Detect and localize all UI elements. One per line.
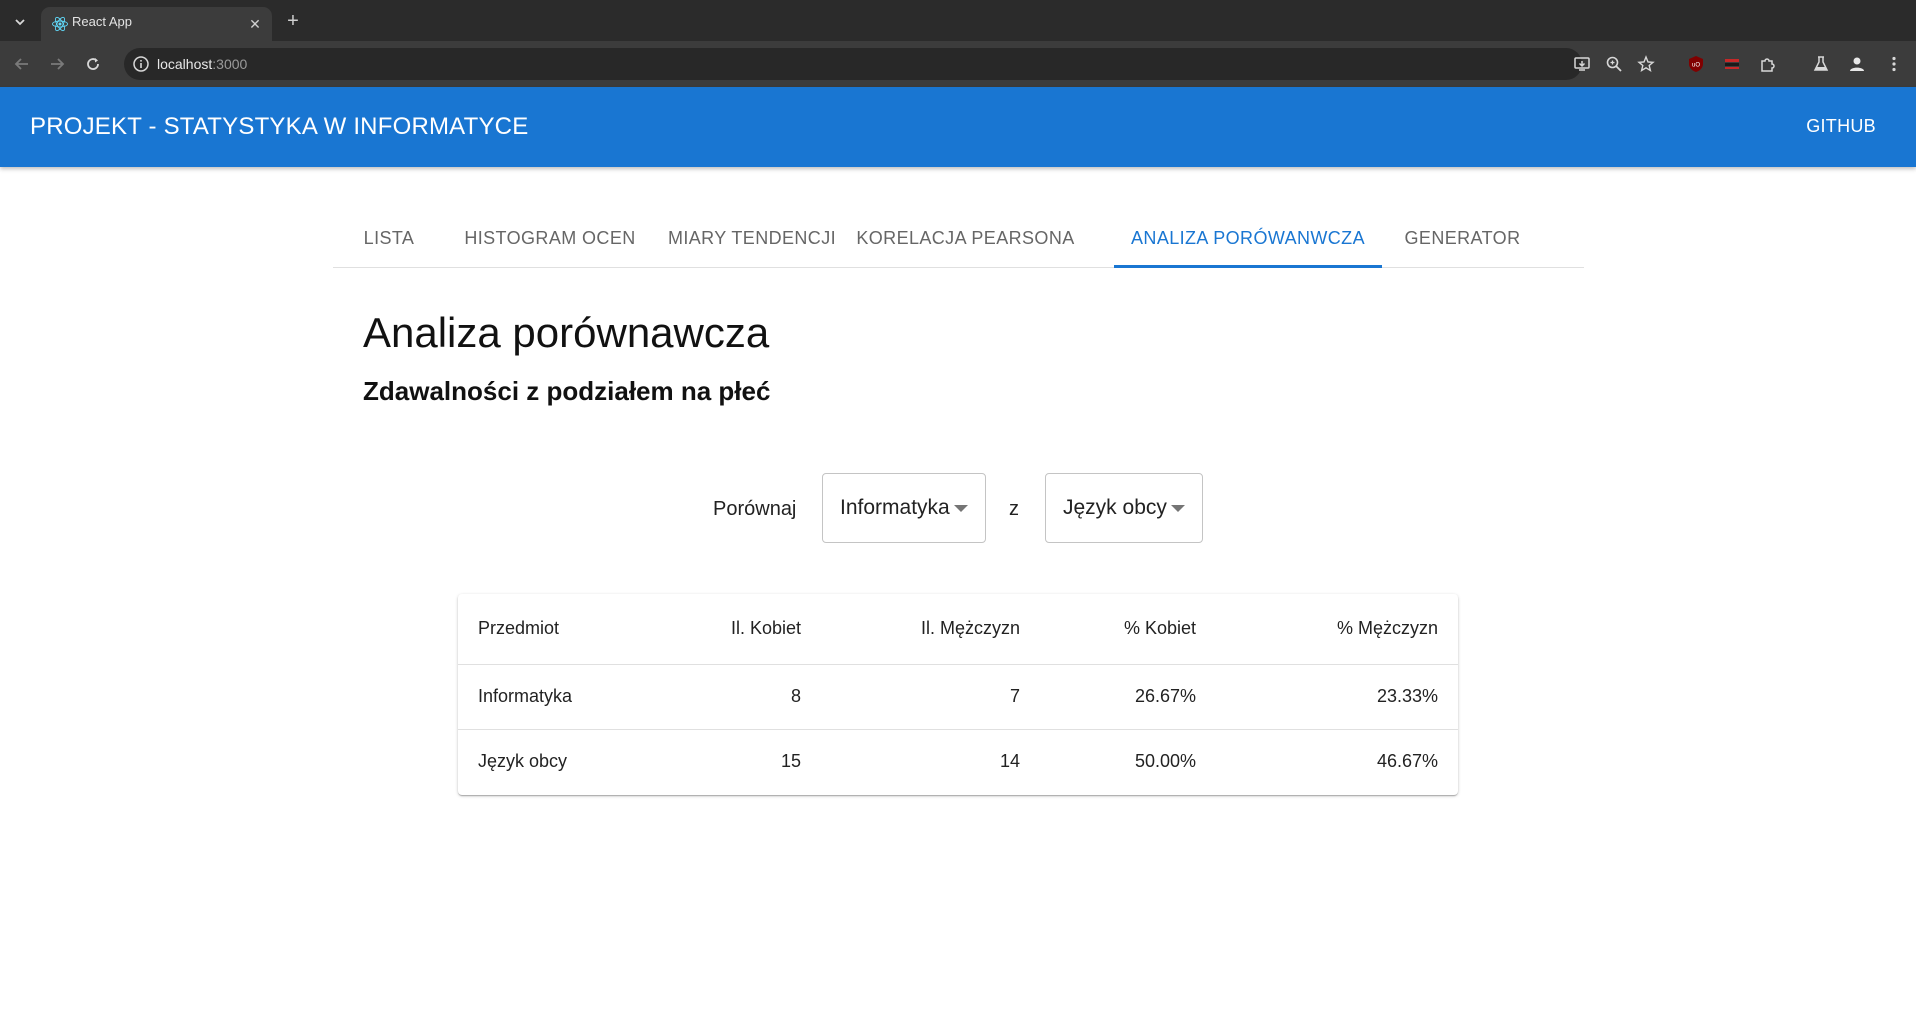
labs-flask-icon[interactable] [1810,53,1832,75]
table-cell: 8 [658,663,821,729]
page-title: Analiza porównawcza [363,309,770,356]
dropdown-arrow-icon [1171,505,1185,512]
app-title: PROJEKT - STATYSTYKA W INFORMATYCE [30,113,529,140]
tab-histogram-ocen[interactable]: HISTOGRAM OCEN [454,210,646,267]
compare-connector-label: z [1009,498,1019,520]
github-button[interactable]: GITHUB [1806,115,1876,137]
extensions-puzzle-icon[interactable] [1757,53,1779,75]
tab-miary-tendencji[interactable]: MIARY TENDENCJI [662,210,842,267]
column-header-il-mezczyzn: Il. Mężczyzn [920,618,1020,639]
install-app-icon[interactable] [1573,55,1591,73]
browser-tab-title: React App [72,14,132,29]
forward-icon[interactable] [45,52,69,76]
table-cell: 7 [821,663,1040,729]
tab-generator[interactable]: GENERATOR [1390,210,1535,267]
second-subject-value: Język obcy [1063,496,1167,519]
address-bar[interactable]: localhost:3000 [124,48,1655,80]
first-subject-select[interactable]: Informatyka [822,473,986,543]
table-cell: 15 [658,728,821,794]
first-subject-value: Informatyka [840,496,950,519]
table-cell: 26.67% [1040,663,1216,729]
navigation-tabs: LISTA HISTOGRAM OCEN MIARY TENDENCJI KOR… [333,210,1584,268]
ublock-extension-icon[interactable]: uO [1685,53,1707,75]
column-header-proc-kobiet: % Kobiet [1123,618,1196,639]
table-cell: 14 [821,728,1040,794]
new-tab-icon[interactable]: + [282,10,304,32]
column-header-il-kobiet: Il. Kobiet [730,618,801,639]
back-icon[interactable] [10,52,34,76]
browser-tab[interactable]: React App ✕ [41,7,272,41]
profile-icon[interactable] [1846,53,1868,75]
browser-toolbar: localhost:3000 uO [0,41,1916,87]
url-text: localhost:3000 [157,55,247,73]
close-tab-icon[interactable]: ✕ [246,15,264,33]
table-cell: 46.67% [1216,728,1458,794]
menu-kebab-icon[interactable] [1883,53,1905,75]
zoom-icon[interactable] [1605,55,1623,73]
browser-tabstrip: React App ✕ + [0,0,1916,41]
results-table-card: Przedmiot Il. Kobiet Il. Mężczyzn % Kobi… [458,594,1458,795]
svg-text:uO: uO [1692,63,1700,69]
table-cell: Informatyka [458,663,658,729]
tab-lista[interactable]: LISTA [333,210,445,267]
url-host: localhost [157,56,213,72]
tab-korelacja-pearsona[interactable]: KORELACJA PEARSONA [853,210,1078,267]
second-subject-select[interactable]: Język obcy [1045,473,1203,543]
column-header-proc-mezczyzn: % Mężczyzn [1336,618,1438,639]
extension-icon[interactable] [1721,53,1743,75]
tab-analiza-porownawcza[interactable]: ANALIZA PORÓWANWCZA [1114,210,1382,268]
reload-icon[interactable] [81,52,105,76]
table-cell: Język obcy [458,728,658,794]
compare-label: Porównaj [713,498,797,520]
table-row: Język obcy 15 14 50.00% 46.67% [458,728,1458,794]
dropdown-arrow-icon [954,505,968,512]
table-header-row: Przedmiot Il. Kobiet Il. Mężczyzn % Kobi… [458,594,1458,664]
app-bar: PROJEKT - STATYSTYKA W INFORMATYCE GITHU… [0,87,1916,167]
page-subtitle: Zdawalności z podziałem na płeć [363,376,771,406]
column-header-przedmiot: Przedmiot [478,618,560,639]
table-cell: 23.33% [1216,663,1458,729]
react-logo-icon [52,16,68,32]
table-cell: 50.00% [1040,728,1216,794]
table-row: Informatyka 8 7 26.67% 23.33% [458,663,1458,729]
bookmark-star-icon[interactable] [1637,55,1655,73]
site-info-icon[interactable] [132,55,150,73]
results-table: Przedmiot Il. Kobiet Il. Mężczyzn % Kobi… [458,594,1458,794]
tab-search-icon[interactable] [8,10,32,34]
url-port: :3000 [212,56,248,72]
